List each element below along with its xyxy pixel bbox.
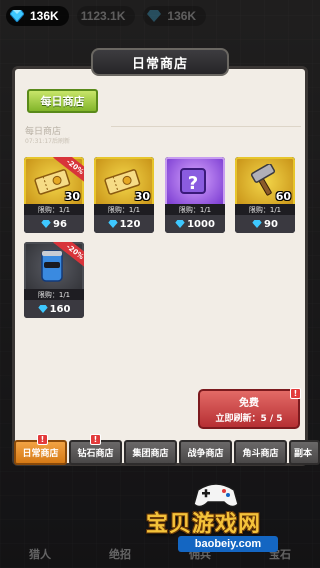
item-price[interactable]: 160	[24, 300, 84, 318]
shop-tabs: 日常商店 ! 钻石商店 ! 集团商店 战争商店 角斗商店 副本	[14, 434, 320, 468]
section-divider	[111, 126, 301, 127]
bg-counter-2: 136K	[143, 6, 207, 26]
tab-war-shop[interactable]: 战争商店	[179, 440, 232, 465]
refresh-button[interactable]: 免费 立即刷新：5 / 5 !	[198, 388, 301, 429]
diamond-icon	[252, 220, 262, 228]
shop-modal: 每日商店 每日商店 07:31:17后刷新 30 -20% 限购：1/1 96	[12, 66, 308, 466]
shop-item[interactable]: 60 限购：1/1 90	[235, 157, 295, 233]
diamond-icon	[107, 220, 118, 228]
shop-item[interactable]: 30 -20% 限购：1/1 96	[24, 157, 84, 233]
diamond-icon	[41, 220, 51, 228]
item-quantity: 30	[134, 190, 150, 203]
tab-label: 副本	[294, 449, 313, 459]
watermark-title: 宝贝游戏网	[146, 512, 262, 537]
tab-label: 战争商店	[187, 449, 224, 459]
mystery-box-icon: ?	[173, 163, 213, 199]
purchase-limit: 限购：1/1	[94, 204, 154, 215]
price-value: 96	[53, 218, 67, 230]
modal-title: 日常商店	[91, 48, 229, 76]
item-price[interactable]: 90	[235, 215, 295, 233]
tab-label: 日常商店	[22, 449, 59, 459]
tab-label: 角斗商店	[242, 449, 279, 459]
diamond-icon	[175, 220, 185, 228]
daily-shop-button[interactable]: 每日商店	[27, 89, 98, 113]
diamond-icon	[147, 10, 162, 22]
tab-dungeon-shop[interactable]: 副本	[289, 440, 320, 465]
tab-alert-badge: !	[90, 434, 101, 445]
price-value: 120	[119, 218, 141, 230]
refresh-alert-badge: !	[290, 388, 301, 399]
purchase-limit: 限购：1/1	[24, 204, 84, 215]
item-price[interactable]: 120	[94, 215, 154, 233]
bg-counter-2-value: 136K	[167, 9, 197, 23]
tab-label: 钻石商店	[77, 449, 114, 459]
gem-counter[interactable]: 136K	[6, 6, 69, 26]
refresh-free-label: 免费	[239, 398, 259, 409]
watermark: 宝贝游戏网 baobeiy.com	[140, 480, 320, 560]
gem-count: 136K	[30, 9, 59, 23]
tab-label: 集团商店	[132, 449, 169, 459]
tab-alert-badge: !	[37, 434, 48, 445]
purchase-limit: 限购：1/1	[235, 204, 295, 215]
currency-bar: 136K 1123.1K 136K	[6, 6, 207, 26]
watermark-url: baobeiy.com	[178, 536, 278, 552]
diamond-icon	[10, 10, 24, 22]
item-price[interactable]: 1000	[165, 215, 225, 233]
shop-item[interactable]: 30 限购：1/1 120	[94, 157, 154, 233]
item-quantity: 30	[64, 190, 80, 203]
item-price[interactable]: 96	[24, 215, 84, 233]
price-value: 90	[264, 218, 278, 230]
tab-arena-shop[interactable]: 角斗商店	[234, 440, 287, 465]
drink-can-icon	[32, 248, 72, 284]
purchase-limit: 限购：1/1	[24, 289, 84, 300]
shop-item[interactable]: ? 限购：1/1 1000	[165, 157, 225, 233]
price-value: 1000	[187, 218, 215, 230]
price-value: 160	[49, 303, 71, 315]
bg-nav-skill: 绝招	[109, 549, 131, 561]
tab-group-shop[interactable]: 集团商店	[124, 440, 177, 465]
bg-counter-1: 1123.1K	[76, 6, 136, 26]
shop-item[interactable]: -20% 限购：1/1 160	[24, 242, 84, 318]
bg-nav-hunter: 猎人	[29, 549, 51, 561]
diamond-icon	[37, 305, 48, 313]
refresh-countdown: 07:31:17后刷新	[25, 138, 70, 145]
purchase-limit: 限购：1/1	[165, 204, 225, 215]
refresh-count-label: 立即刷新：5 / 5	[215, 414, 283, 424]
item-quantity: 60	[275, 190, 291, 203]
bg-counter-1-value: 1123.1K	[80, 9, 126, 23]
svg-text:?: ?	[188, 173, 198, 194]
